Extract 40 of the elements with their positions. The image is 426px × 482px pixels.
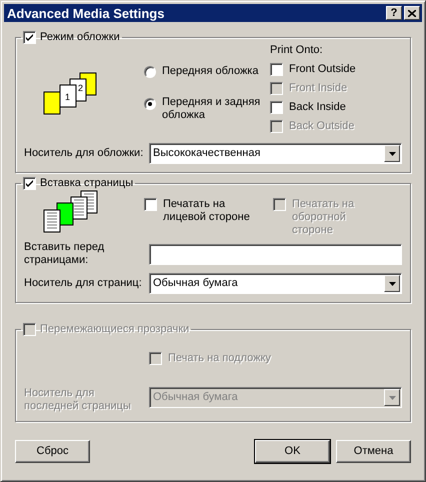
checkbox[interactable]: [23, 177, 36, 190]
checkbox[interactable]: [270, 101, 283, 114]
cover-pages-icon: [43, 72, 99, 116]
page-number: 1: [65, 92, 70, 102]
checkbox[interactable]: [23, 31, 36, 44]
page-number: 2: [78, 82, 84, 92]
checkbox-label: Back Inside: [289, 101, 346, 114]
media-label: Носитель для обложки:: [24, 147, 144, 160]
media-label: Носитель для последней страницы: [24, 387, 132, 413]
close-button[interactable]: [404, 6, 420, 20]
dialog-button[interactable]: Сброс: [15, 440, 90, 463]
dialog-button[interactable]: OK: [255, 440, 330, 463]
pages-input-field[interactable]: [149, 244, 402, 264]
group-label: Режим обложки: [40, 31, 120, 44]
check-icon: [25, 33, 34, 42]
print-onto-label: Print Onto:: [270, 44, 324, 57]
checkbox-label: Back Outside: [289, 120, 354, 133]
radio-label: Передняя обложка: [162, 65, 258, 78]
radio-button[interactable]: [144, 98, 156, 110]
checkbox-label: Печатать на лицевой стороне: [163, 198, 251, 224]
checkbox-label: Печатать на оборотной стороне: [292, 198, 356, 237]
help-button[interactable]: ?: [386, 6, 402, 20]
group-label: Вставка страницы: [40, 177, 134, 190]
dropdown[interactable]: Обычная бумага: [149, 273, 402, 294]
dialog-button[interactable]: Отмена: [336, 440, 411, 463]
checkbox-label: Печать на подложку: [168, 352, 271, 365]
insert-before-label: Вставить перед страницами:: [24, 241, 106, 267]
group-label: Перемежающиеся прозрачки: [40, 323, 190, 336]
checkbox[interactable]: [144, 198, 157, 211]
check-icon: [25, 179, 34, 188]
checkbox-label: Front Inside: [289, 82, 348, 95]
inserted-pages-icon: [43, 190, 99, 234]
media-label: Носитель для страниц:: [24, 277, 143, 290]
close-icon: [408, 10, 416, 16]
radio-label: Передняя и задняя обложка: [162, 96, 262, 122]
window-title: Advanced Media Settings: [7, 6, 166, 20]
checkbox-label: Front Outside: [289, 63, 356, 76]
radio-button[interactable]: [144, 66, 156, 78]
dropdown[interactable]: Высококачественная: [149, 143, 402, 164]
checkbox[interactable]: [270, 63, 283, 76]
